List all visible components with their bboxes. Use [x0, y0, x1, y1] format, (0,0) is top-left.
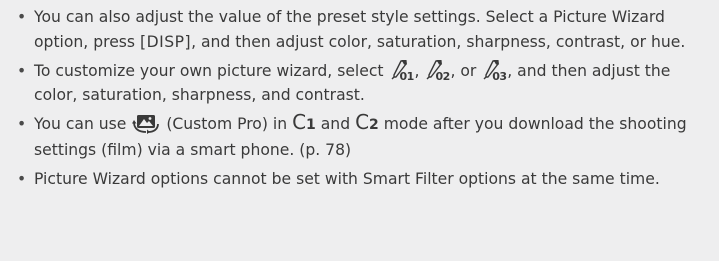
note-text: , or [450, 61, 482, 80]
wizard-number: 01 [399, 69, 415, 83]
note-preset-adjust: You can also adjust the value of the pre… [16, 5, 703, 54]
notes-list: You can also adjust the value of the pre… [16, 5, 703, 191]
mode-letter: C [292, 110, 307, 134]
mode-c1-icon: C1 [292, 112, 316, 133]
note-text: You can use [34, 115, 132, 133]
eyedropper-icon: 01 [389, 59, 415, 83]
mode-letter: C [355, 110, 370, 134]
mode-number: 1 [306, 117, 316, 133]
note-text: (Custom Pro) in [161, 115, 293, 133]
note-custom-pro: You can use (Custom Pro) in C1 and C2 mo… [16, 112, 703, 162]
disp-key-label: [DISP] [140, 32, 192, 51]
eyedropper-icon: 02 [424, 59, 450, 83]
custom-pro-icon [131, 112, 161, 134]
notes-panel: You can also adjust the value of the pre… [0, 0, 719, 261]
mode-c2-icon: C2 [355, 112, 379, 133]
note-text: and [315, 115, 356, 133]
wizard-number: 02 [435, 69, 450, 83]
eyedropper-icon: 03 [481, 59, 507, 83]
note-text: , and then adjust color, saturation, sha… [191, 32, 686, 51]
note-text: Picture Wizard options cannot be set wit… [34, 169, 660, 188]
wizard-number: 03 [492, 69, 507, 83]
note-custom-wizard: To customize your own picture wizard, se… [16, 59, 703, 108]
mode-number: 2 [369, 117, 379, 133]
note-text: To customize your own picture wizard, se… [34, 61, 389, 80]
note-smart-filter: Picture Wizard options cannot be set wit… [16, 167, 703, 192]
note-text: , [414, 61, 425, 80]
